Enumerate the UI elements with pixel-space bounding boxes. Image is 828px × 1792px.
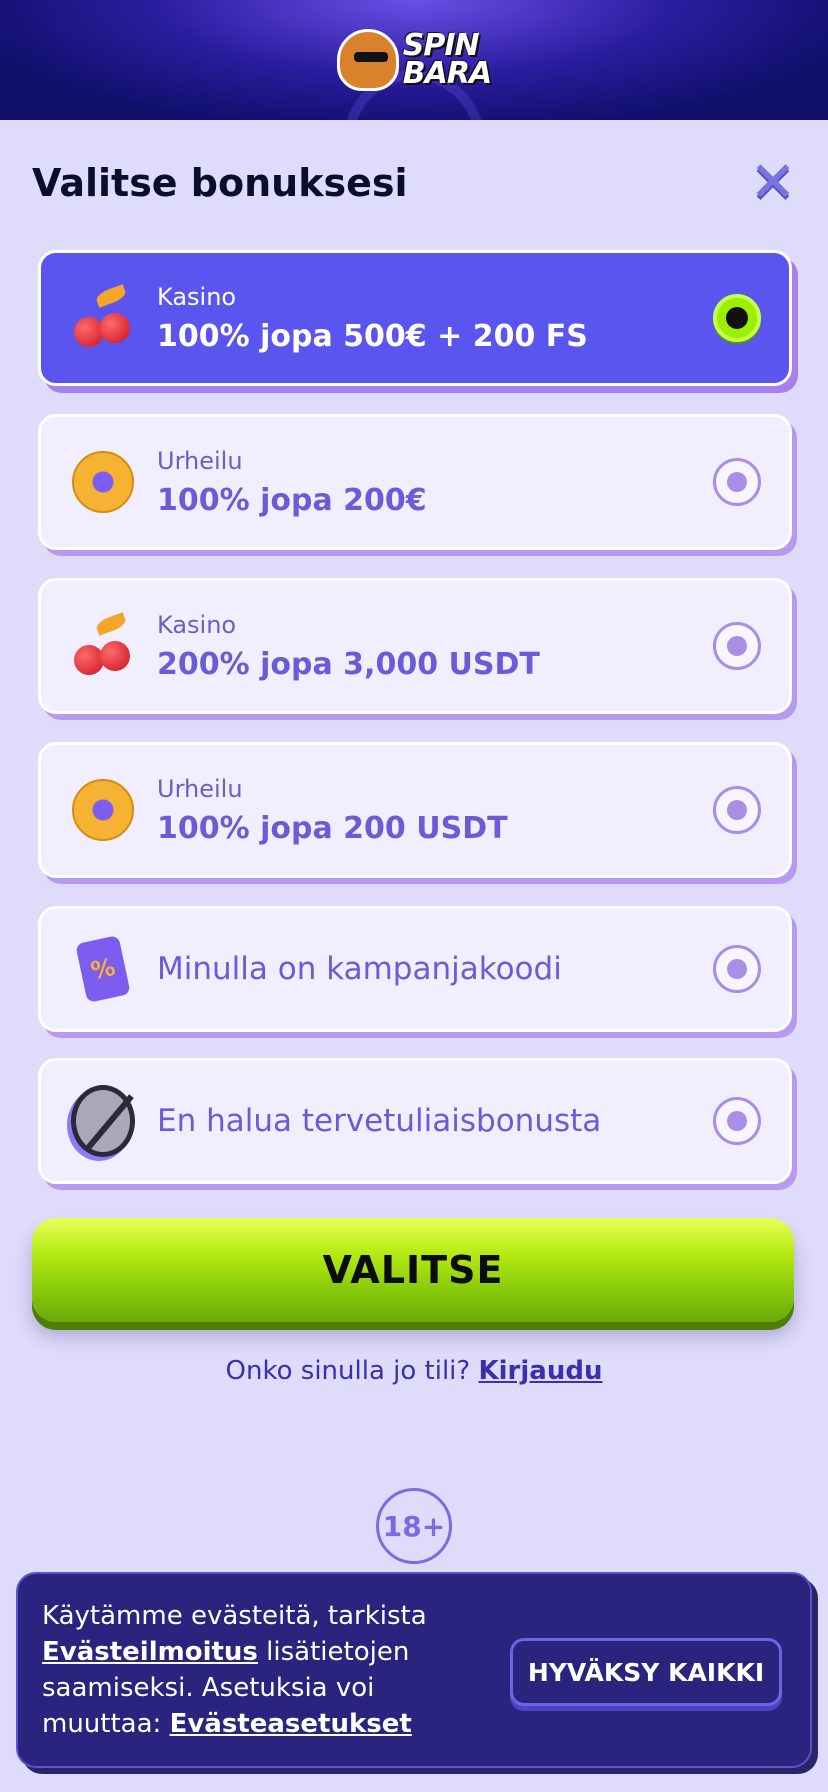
cookie-text: Käytämme evästeitä, tarkista Evästeilmoi… bbox=[42, 1598, 492, 1742]
radio-selected[interactable] bbox=[713, 294, 761, 342]
cherry-icon bbox=[71, 284, 135, 350]
bonus-option-promo-code[interactable]: % Minulla on kampanjakoodi bbox=[38, 906, 792, 1032]
option-category: Kasino bbox=[157, 610, 237, 639]
option-bonus: 200% jopa 3,000 USDT bbox=[157, 646, 540, 682]
logo-line-2: BARA bbox=[402, 56, 492, 91]
bonus-option-sport-200[interactable]: Urheilu 100% jopa 200€ bbox=[38, 414, 792, 550]
accept-all-button[interactable]: HYVÄKSY KAIKKI bbox=[510, 1638, 782, 1706]
radio-unselected[interactable] bbox=[713, 1097, 761, 1145]
radio-unselected[interactable] bbox=[713, 458, 761, 506]
cookie-notice-link[interactable]: Evästeilmoitus bbox=[42, 1637, 258, 1667]
site-header: SPIN BARA bbox=[0, 0, 828, 120]
bonus-options-list: Kasino 100% jopa 500€ + 200 FS Urheilu 1… bbox=[38, 250, 792, 1210]
bonus-option-no-bonus[interactable]: En halua tervetuliaisbonusta bbox=[38, 1058, 792, 1184]
no-sign-icon bbox=[71, 1085, 135, 1157]
radio-unselected[interactable] bbox=[713, 786, 761, 834]
close-icon[interactable]: ✕ bbox=[750, 155, 797, 211]
login-link[interactable]: Kirjaudu bbox=[478, 1356, 602, 1386]
bonus-selection-modal: Valitse bonuksesi ✕ Kasino 100% jopa 500… bbox=[0, 120, 828, 1792]
bonus-option-casino-500[interactable]: Kasino 100% jopa 500€ + 200 FS bbox=[38, 250, 792, 386]
capybara-mascot-icon bbox=[336, 29, 399, 91]
cookie-settings-link[interactable]: Evästeasetukset bbox=[170, 1709, 412, 1739]
option-label: Minulla on kampanjakoodi bbox=[157, 951, 562, 987]
option-category: Urheilu bbox=[157, 446, 243, 475]
radio-unselected[interactable] bbox=[713, 622, 761, 670]
option-category: Urheilu bbox=[157, 774, 243, 803]
cherry-icon bbox=[71, 612, 135, 678]
spinbara-logo[interactable]: SPIN BARA bbox=[336, 29, 492, 91]
age-restriction-badge: 18+ bbox=[376, 1488, 452, 1564]
logo-text: SPIN BARA bbox=[402, 31, 492, 91]
radio-unselected[interactable] bbox=[713, 945, 761, 993]
option-bonus: 100% jopa 200€ bbox=[157, 482, 427, 518]
modal-title: Valitse bonuksesi bbox=[32, 161, 408, 205]
bonus-option-sport-usdt[interactable]: Urheilu 100% jopa 200 USDT bbox=[38, 742, 792, 878]
football-icon bbox=[71, 778, 135, 842]
cookie-banner: Käytämme evästeitä, tarkista Evästeilmoi… bbox=[16, 1572, 812, 1768]
bonus-option-casino-usdt[interactable]: Kasino 200% jopa 3,000 USDT bbox=[38, 578, 792, 714]
option-bonus: 100% jopa 200 USDT bbox=[157, 810, 508, 846]
login-prompt-row: Onko sinulla jo tili? Kirjaudu bbox=[0, 1356, 828, 1386]
modal-header: Valitse bonuksesi ✕ bbox=[32, 155, 797, 211]
cookie-text-1: Käytämme evästeitä, tarkista bbox=[42, 1601, 427, 1631]
select-button[interactable]: VALITSE bbox=[32, 1218, 794, 1322]
option-category: Kasino bbox=[157, 282, 237, 311]
football-icon bbox=[71, 450, 135, 514]
ticket-icon: % bbox=[71, 935, 135, 1003]
option-label: En halua tervetuliaisbonusta bbox=[157, 1103, 602, 1139]
login-prompt: Onko sinulla jo tili? bbox=[225, 1356, 471, 1386]
option-bonus: 100% jopa 500€ + 200 FS bbox=[157, 318, 588, 354]
